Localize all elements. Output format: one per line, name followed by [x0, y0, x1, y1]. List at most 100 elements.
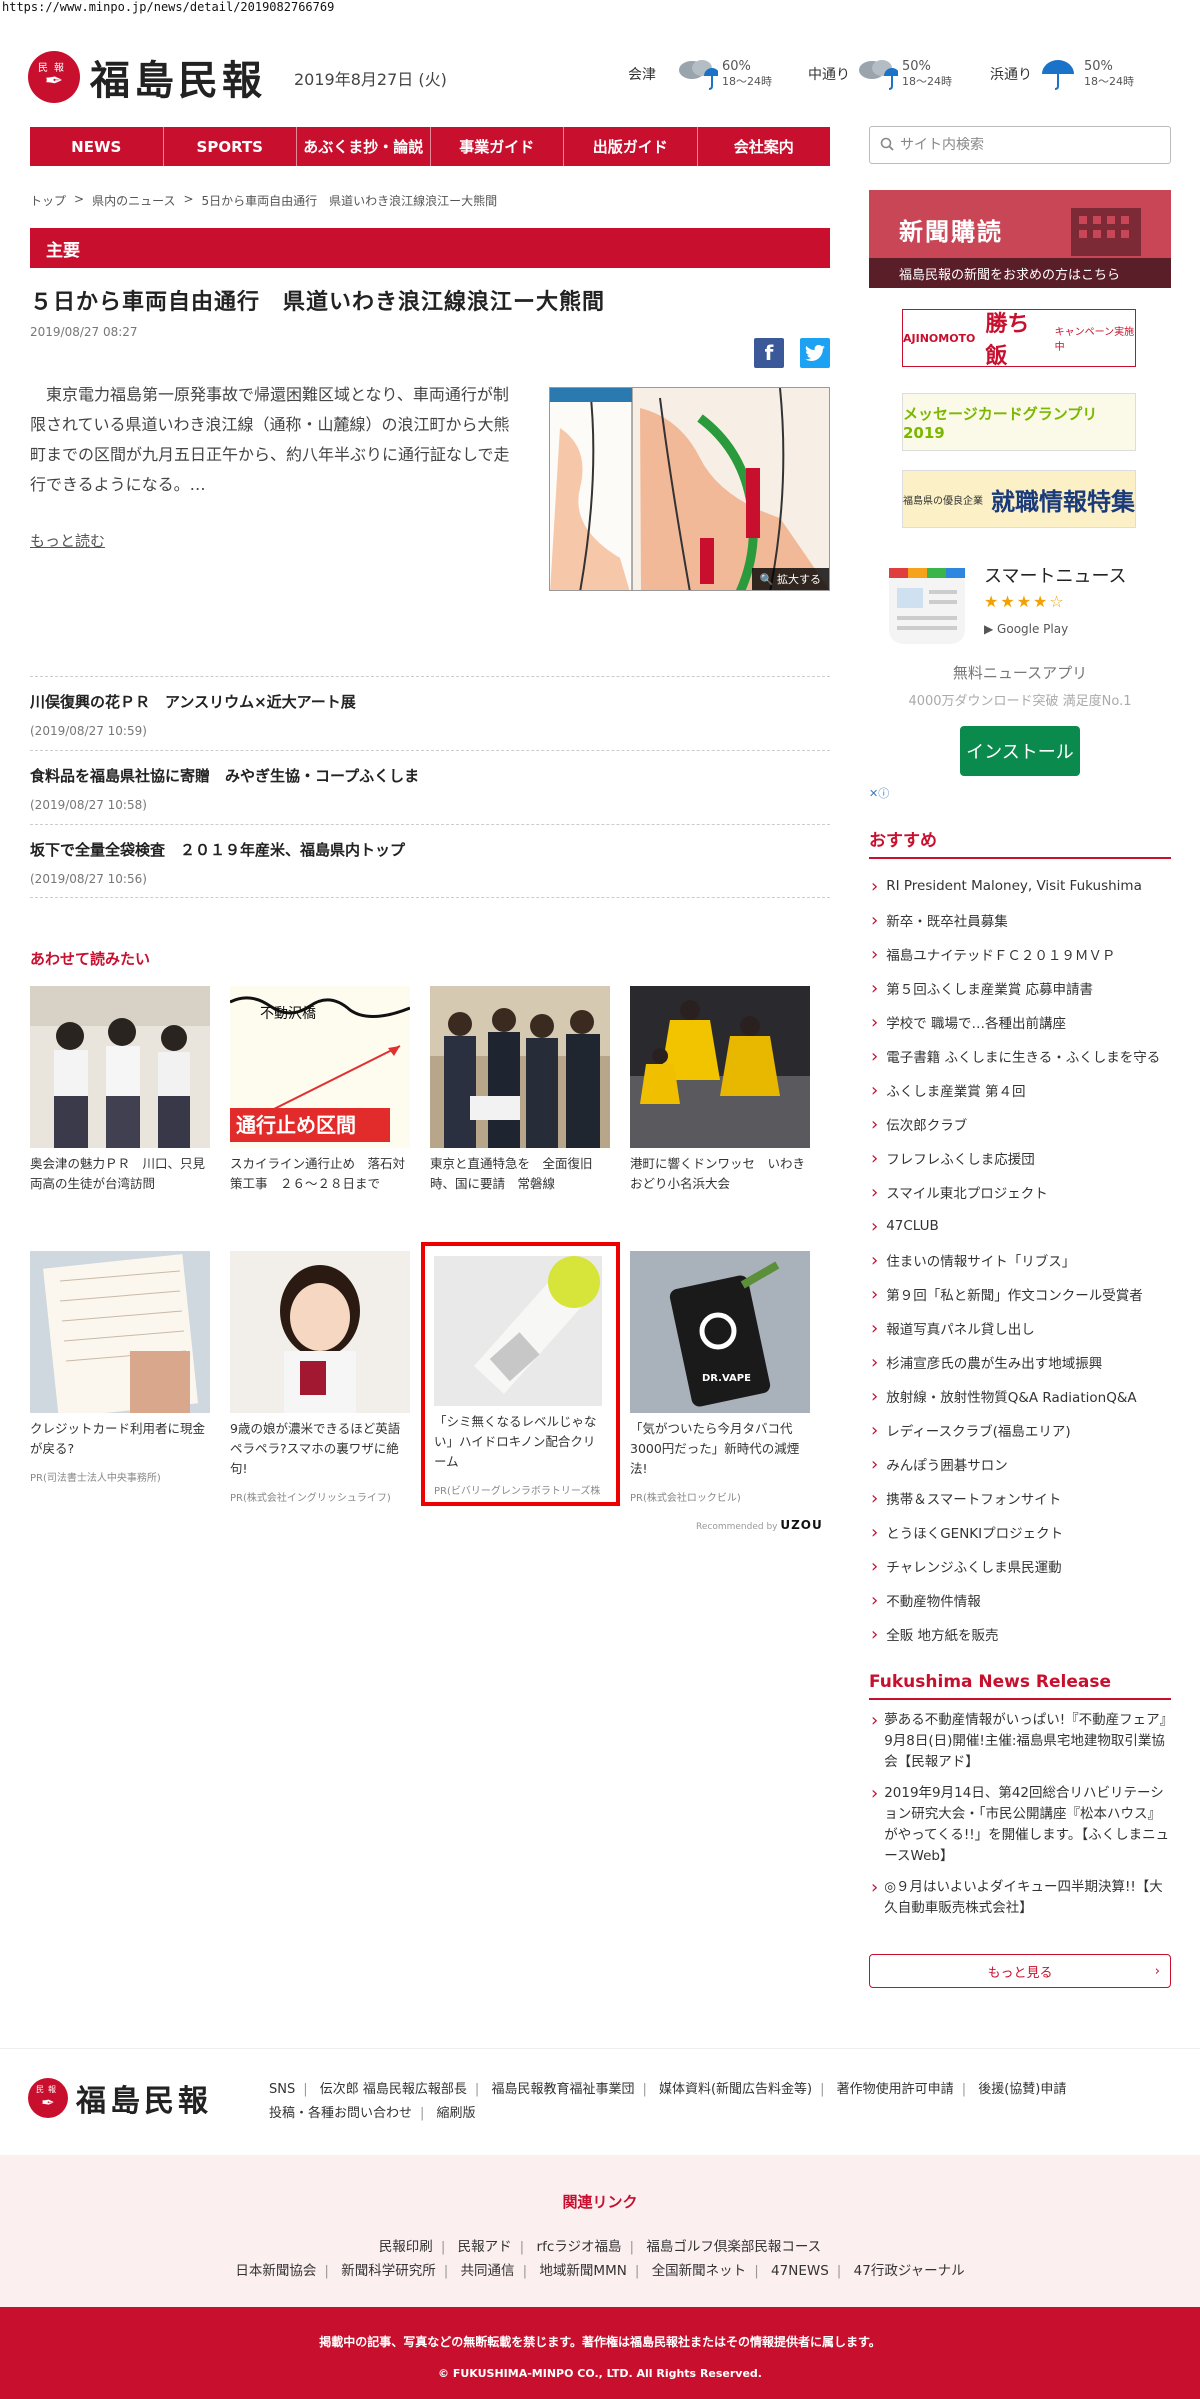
subscribe-banner[interactable]: 新聞購読 福島民報の新聞をお求めの方はこちら: [869, 190, 1171, 288]
site-logo[interactable]: 民報 ✒ 福島民報: [28, 48, 266, 106]
related-thumbnail[interactable]: [430, 986, 610, 1148]
list-item[interactable]: フレフレふくしま応援団: [869, 1141, 1171, 1175]
sponsored-thumbnail[interactable]: [230, 1251, 410, 1413]
footer-link[interactable]: 媒体資料(新聞広告料金等): [659, 2082, 812, 2097]
list-item[interactable]: とうほくGENKIプロジェクト: [869, 1515, 1171, 1549]
related-thumbnail[interactable]: [30, 986, 210, 1148]
list-item[interactable]: › ◎９月はいよいよダイキュー四半期決算!!【大久自動車販売株式会社】: [869, 1877, 1171, 1919]
footer-link[interactable]: 縮刷版: [437, 2106, 476, 2121]
ad-choices-icon[interactable]: ✕ⓘ: [869, 785, 889, 801]
related-link[interactable]: 47NEWS: [771, 2263, 829, 2279]
list-item[interactable]: みんぽう囲碁サロン: [869, 1447, 1171, 1481]
list-item[interactable]: 伝次郎クラブ: [869, 1107, 1171, 1141]
related-link[interactable]: 47行政ジャーナル: [854, 2263, 965, 2279]
map-enlarge-button[interactable]: 🔍 拡大する: [751, 568, 829, 590]
nav-news[interactable]: NEWS: [30, 127, 164, 166]
search-icon[interactable]: [880, 136, 894, 155]
related-link[interactable]: 地域新聞MMN: [539, 2263, 626, 2279]
list-item[interactable]: 福島ユナイテッドＦＣ２０１９ＭＶＰ: [869, 937, 1171, 971]
sponsored-card[interactable]: 9歳の娘が濃米できるほど英語ペラペラ?スマホの裏ワザに絶句! PR(株式会社イン…: [230, 1251, 410, 1504]
site-search[interactable]: [869, 126, 1171, 164]
footer-logo[interactable]: 民報 ✒ 福島民報: [28, 2076, 212, 2120]
related-link[interactable]: 新聞科学研究所: [341, 2263, 436, 2279]
list-item[interactable]: ふくしま産業賞 第４回: [869, 1073, 1171, 1107]
related-card[interactable]: 港町に響くドンワッセ いわきおどり小名浜大会: [630, 986, 810, 1194]
list-item[interactable]: › 夢ある不動産情報がいっぱい!『不動産フェア』9月8日(日)開催!主催:福島県宅…: [869, 1710, 1171, 1773]
news-title[interactable]: 坂下で全量全袋検査 ２０１９年産米、福島県内トップ: [30, 839, 830, 860]
related-link[interactable]: 日本新聞協会: [235, 2263, 316, 2279]
list-item[interactable]: 食料品を福島県社協に寄贈 みやぎ生協・コープふくしま (2019/08/27 1…: [30, 750, 830, 824]
footer-link[interactable]: 福島民報教育福祉事業団: [491, 2082, 634, 2097]
nav-business-guide[interactable]: 事業ガイド: [431, 127, 564, 166]
sponsored-caption[interactable]: クレジットカード利用者に現金が戻る?: [30, 1419, 210, 1459]
list-item[interactable]: 47CLUB: [869, 1209, 1171, 1243]
list-item[interactable]: 新卒・既卒社員募集: [869, 903, 1171, 937]
list-item[interactable]: 携帯＆スマートフォンサイト: [869, 1481, 1171, 1515]
breadcrumb-local-news[interactable]: 県内のニュース: [92, 192, 175, 209]
read-more-link[interactable]: もっと読む: [30, 530, 105, 551]
list-item[interactable]: 不動産物件情報: [869, 1583, 1171, 1617]
related-link[interactable]: 民報印刷: [379, 2239, 433, 2255]
footer-link[interactable]: 伝次郎 福島民報広報部長: [320, 2082, 467, 2097]
related-link[interactable]: 共同通信: [461, 2263, 515, 2279]
message-card-ad[interactable]: メッセージカードグランプリ2019: [902, 393, 1136, 451]
list-item[interactable]: RI President Maloney, Visit Fukushima: [869, 869, 1171, 903]
ajinomoto-ad[interactable]: AJINOMOTO 勝ち飯 キャンペーン実施中: [902, 309, 1136, 369]
related-caption[interactable]: 奥会津の魅力ＰＲ 川口、只見両高の生徒が台湾訪問: [30, 1154, 210, 1194]
news-title[interactable]: 川俣復興の花ＰＲ アンスリウム×近大アート展: [30, 691, 830, 712]
more-button[interactable]: もっと見る ›: [869, 1954, 1171, 1988]
list-item[interactable]: チャレンジふくしま県民運動: [869, 1549, 1171, 1583]
related-link[interactable]: 全国新聞ネット: [652, 2263, 747, 2279]
footer-link[interactable]: 著作物使用許可申請: [837, 2082, 954, 2097]
list-item[interactable]: レディースクラブ(福島エリア): [869, 1413, 1171, 1447]
list-item[interactable]: 報道写真パネル貸し出し: [869, 1311, 1171, 1345]
related-card[interactable]: 東京と直通特急を 全面復旧時、国に要請 常磐線: [430, 986, 610, 1194]
article-map-image[interactable]: 🔍 拡大する: [549, 387, 830, 591]
uzou-credit[interactable]: Recommended by UZOU: [696, 1518, 823, 1532]
related-caption[interactable]: 東京と直通特急を 全面復旧時、国に要請 常磐線: [430, 1154, 610, 1194]
related-thumbnail[interactable]: [630, 986, 810, 1148]
search-input[interactable]: [900, 137, 1150, 153]
related-link[interactable]: 民報アド: [458, 2239, 512, 2255]
list-item[interactable]: 住まいの情報サイト「リブス」: [869, 1243, 1171, 1277]
footer-link[interactable]: 投稿・各種お問い合わせ: [269, 2106, 412, 2121]
footer-link[interactable]: SNS: [269, 2082, 295, 2097]
list-item[interactable]: › 2019年9月14日、第42回総合リハビリテーション研究大会・「市民公開講座『…: [869, 1783, 1171, 1867]
related-thumbnail[interactable]: 不動沢橋 通行止め区間: [230, 986, 410, 1148]
breadcrumb-top[interactable]: トップ: [30, 192, 66, 209]
ad-brand: AJINOMOTO: [903, 331, 976, 345]
related-caption[interactable]: スカイライン通行止め 落石対策工事 ２６〜２８日まで: [230, 1154, 410, 1194]
release-text: 2019年9月14日、第42回総合リハビリテーション研究大会・「市民公開講座『松…: [884, 1785, 1170, 1864]
list-item[interactable]: 電子書籍 ふくしまに生きる・ふくしまを守る: [869, 1039, 1171, 1073]
related-caption[interactable]: 港町に響くドンワッセ いわきおどり小名浜大会: [630, 1154, 810, 1194]
list-item[interactable]: 全販 地方紙を販売: [869, 1617, 1171, 1651]
list-item[interactable]: 学校で 職場で…各種出前講座: [869, 1005, 1171, 1039]
nav-publishing-guide[interactable]: 出版ガイド: [564, 127, 698, 166]
related-card[interactable]: 奥会津の魅力ＰＲ 川口、只見両高の生徒が台湾訪問: [30, 986, 210, 1194]
facebook-share-icon[interactable]: f: [754, 338, 784, 368]
list-item[interactable]: 杉浦宣彦氏の農が生み出す地域振興: [869, 1345, 1171, 1379]
twitter-share-icon[interactable]: [800, 338, 830, 368]
list-item[interactable]: 第９回「私と新聞」作文コンクール受賞者: [869, 1277, 1171, 1311]
sponsored-caption[interactable]: 「気がついたら今月タバコ代3000円だった」新時代の減煙法!: [630, 1419, 810, 1479]
related-card[interactable]: 不動沢橋 通行止め区間 スカイライン通行止め 落石対策工事 ２６〜２８日まで: [230, 986, 410, 1194]
install-button[interactable]: インストール: [960, 726, 1080, 776]
nav-company[interactable]: 会社案内: [698, 127, 831, 166]
list-item[interactable]: スマイル東北プロジェクト: [869, 1175, 1171, 1209]
sponsored-thumbnail[interactable]: DR.VAPE: [630, 1251, 810, 1413]
list-item[interactable]: 坂下で全量全袋検査 ２０１９年産米、福島県内トップ (2019/08/27 10…: [30, 824, 830, 898]
sponsored-caption[interactable]: 9歳の娘が濃米できるほど英語ペラペラ?スマホの裏ワザに絶句!: [230, 1419, 410, 1479]
related-link[interactable]: rfcラジオ福島: [537, 2239, 622, 2255]
footer-link[interactable]: 後援(協賛)申請: [978, 2082, 1066, 2097]
list-item[interactable]: 放射線・放射性物質Q&A RadiationQ&A: [869, 1379, 1171, 1413]
related-link[interactable]: 福島ゴルフ倶楽部民報コース: [646, 2239, 821, 2255]
sponsored-thumbnail[interactable]: [30, 1251, 210, 1413]
job-ad[interactable]: 福島県の優良企業 就職情報特集: [902, 470, 1136, 528]
list-item[interactable]: 第５回ふくしま産業賞 応募申請書: [869, 971, 1171, 1005]
nav-abukuma[interactable]: あぶくま抄・論説: [297, 127, 431, 166]
nav-sports[interactable]: SPORTS: [164, 127, 297, 166]
news-title[interactable]: 食料品を福島県社協に寄贈 みやぎ生協・コープふくしま: [30, 765, 830, 786]
list-item[interactable]: 川俣復興の花ＰＲ アンスリウム×近大アート展 (2019/08/27 10:59…: [30, 676, 830, 750]
sponsored-card[interactable]: クレジットカード利用者に現金が戻る? PR(司法書士法人中央事務所): [30, 1251, 210, 1484]
sponsored-card[interactable]: DR.VAPE 「気がついたら今月タバコ代3000円だった」新時代の減煙法! P…: [630, 1251, 810, 1504]
